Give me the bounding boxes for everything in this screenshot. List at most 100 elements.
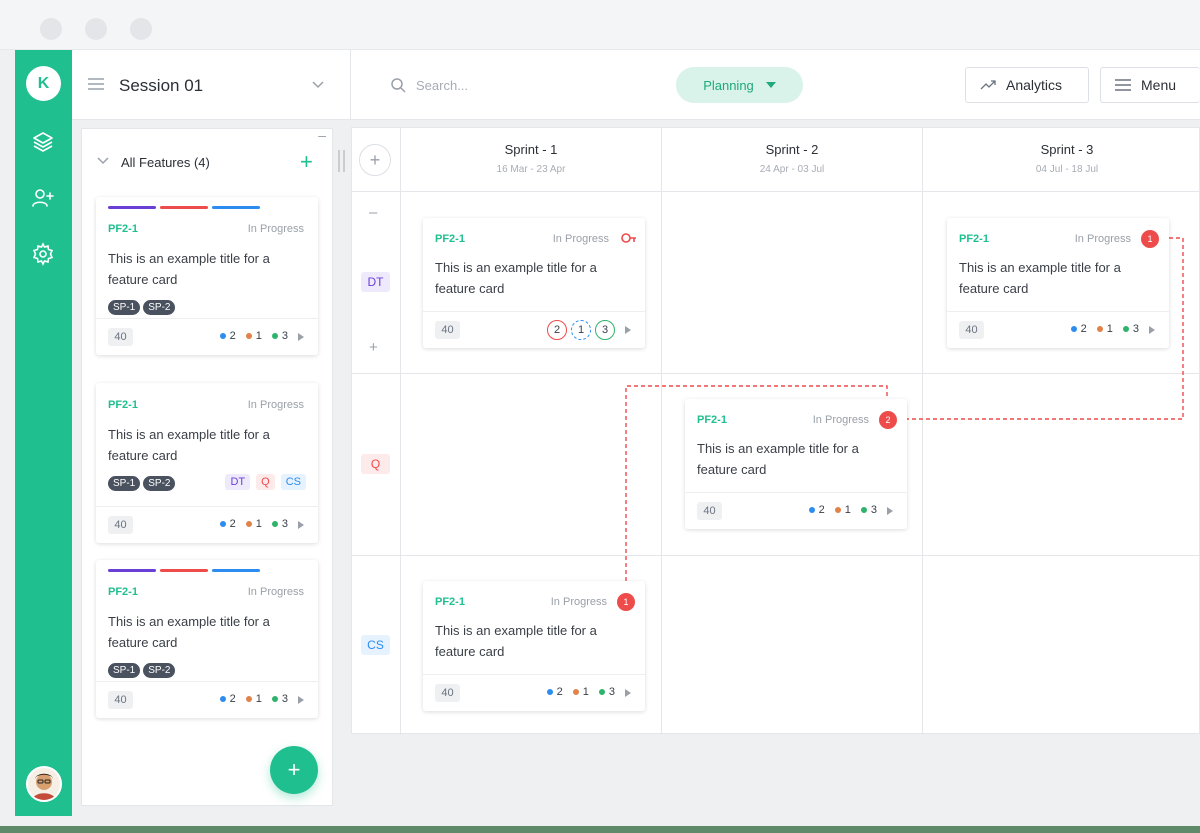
add-feature-fab[interactable]: + [270, 746, 318, 794]
link-key-icon[interactable] [621, 233, 637, 243]
card-title: This is an example title for a feature c… [959, 260, 1121, 296]
feature-card[interactable]: PF2-1 In Progress This is an example tit… [96, 560, 318, 718]
feature-card[interactable]: PF2-1 In Progress This is an example tit… [96, 197, 318, 355]
points-badge: 40 [435, 321, 460, 339]
count-green: 3 [870, 504, 877, 516]
play-icon[interactable] [625, 326, 631, 334]
count-ring-red: 2 [547, 320, 567, 340]
mode-dropdown[interactable]: Planning [676, 67, 803, 103]
sprint-tags: SP-1 SP-2 [108, 663, 176, 678]
chevron-down-icon[interactable] [97, 157, 109, 165]
card-footer: 40 2 1 3 [423, 311, 645, 348]
card-code: PF2-1 [697, 414, 727, 426]
window-close-dot[interactable] [40, 18, 62, 40]
sprint-tag: SP-2 [143, 300, 176, 315]
card-title: This is an example title for a feature c… [697, 441, 859, 477]
play-icon[interactable] [298, 333, 304, 341]
counts: 2 1 3 [219, 693, 288, 705]
play-icon[interactable] [298, 521, 304, 529]
board-card[interactable]: PF2-1 In Progress 1 This is an example t… [423, 581, 645, 711]
board-card[interactable]: PF2-1 In Progress This is an example tit… [423, 218, 645, 348]
search-icon [391, 78, 406, 93]
trend-icon [980, 80, 996, 90]
analytics-label: Analytics [1006, 77, 1063, 93]
play-icon[interactable] [887, 507, 893, 515]
count-blue: 2 [229, 518, 236, 530]
counts: 2 1 3 [808, 504, 877, 516]
card-code: PF2-1 [435, 596, 465, 608]
analytics-button[interactable]: Analytics [965, 67, 1089, 103]
card-status: In Progress [1074, 233, 1131, 245]
green-dot-icon [271, 696, 278, 702]
board-card[interactable]: PF2-1 In Progress 1 This is an example t… [947, 218, 1169, 348]
orange-dot-icon [834, 507, 841, 513]
count-ring-green: 3 [595, 320, 615, 340]
orange-dot-icon [245, 696, 252, 702]
features-title: All Features (4) [121, 155, 210, 170]
card-footer: 40 2 1 3 [96, 506, 318, 543]
counts: 2 1 3 [546, 686, 615, 698]
feature-card[interactable]: PF2-1 In Progress This is an example tit… [96, 383, 318, 543]
blue-dot-icon [219, 333, 226, 339]
hamburger-icon[interactable] [88, 78, 104, 90]
left-sidebar: K [15, 50, 72, 816]
collapse-panel-icon[interactable]: – [318, 127, 326, 143]
play-icon[interactable] [625, 689, 631, 697]
avatar[interactable] [26, 766, 62, 802]
search-input[interactable]: Search... [416, 78, 468, 93]
logo[interactable]: K [26, 66, 61, 101]
resize-handle[interactable] [338, 150, 348, 172]
green-dot-icon [598, 689, 605, 695]
dependency-badge[interactable]: 2 [879, 411, 897, 429]
color-bars [108, 569, 260, 572]
menu-icon [1115, 79, 1131, 91]
sprint-tags: SP-1 SP-2 [108, 300, 176, 315]
counts: 2 1 3 [219, 518, 288, 530]
add-feature-icon[interactable]: + [300, 149, 313, 175]
counts: 2 1 3 [1070, 323, 1139, 335]
window-maximize-dot[interactable] [130, 18, 152, 40]
play-icon[interactable] [1149, 326, 1155, 334]
count-blue: 2 [229, 330, 236, 342]
play-icon[interactable] [298, 696, 304, 704]
session-title[interactable]: Session 01 [119, 76, 203, 96]
dependency-badge[interactable]: 1 [617, 593, 635, 611]
sprint-tags: SP-1 SP-2 [108, 476, 176, 491]
card-footer: 40 2 1 3 [96, 681, 318, 718]
count-orange: 1 [255, 518, 262, 530]
count-green: 3 [281, 518, 288, 530]
orange-dot-icon [245, 333, 252, 339]
card-code: PF2-1 [959, 233, 989, 245]
blue-dot-icon [808, 507, 815, 513]
blue-dot-icon [1070, 326, 1077, 332]
menu-button[interactable]: Menu [1100, 67, 1200, 103]
settings-icon[interactable] [31, 242, 55, 266]
orange-dot-icon [1096, 326, 1103, 332]
window-minimize-dot[interactable] [85, 18, 107, 40]
card-title: This is an example title for a feature c… [108, 251, 270, 287]
count-blue: 2 [229, 693, 236, 705]
count-orange: 1 [255, 330, 262, 342]
green-dot-icon [271, 333, 278, 339]
chevron-down-icon[interactable] [312, 81, 324, 89]
layers-icon[interactable] [31, 130, 55, 154]
count-ring-blue: 1 [571, 320, 591, 340]
title-bar [0, 0, 1200, 50]
card-code: PF2-1 [435, 233, 465, 245]
sprint-tag: SP-1 [108, 300, 141, 315]
sprint-tag: SP-1 [108, 663, 141, 678]
card-status: In Progress [247, 223, 304, 235]
card-footer: 40 2 1 3 [685, 492, 907, 529]
header-divider [350, 50, 351, 120]
count-green: 3 [281, 693, 288, 705]
board-card[interactable]: PF2-1 In Progress 2 This is an example t… [685, 399, 907, 529]
add-user-icon[interactable] [31, 186, 55, 210]
count-green: 3 [1132, 323, 1139, 335]
team-tag-q: Q [256, 474, 275, 490]
dependency-badge[interactable]: 1 [1141, 230, 1159, 248]
points-badge: 40 [959, 321, 984, 339]
points-badge: 40 [108, 691, 133, 709]
orange-dot-icon [572, 689, 579, 695]
card-title: This is an example title for a feature c… [435, 260, 597, 296]
color-bars [108, 206, 260, 209]
